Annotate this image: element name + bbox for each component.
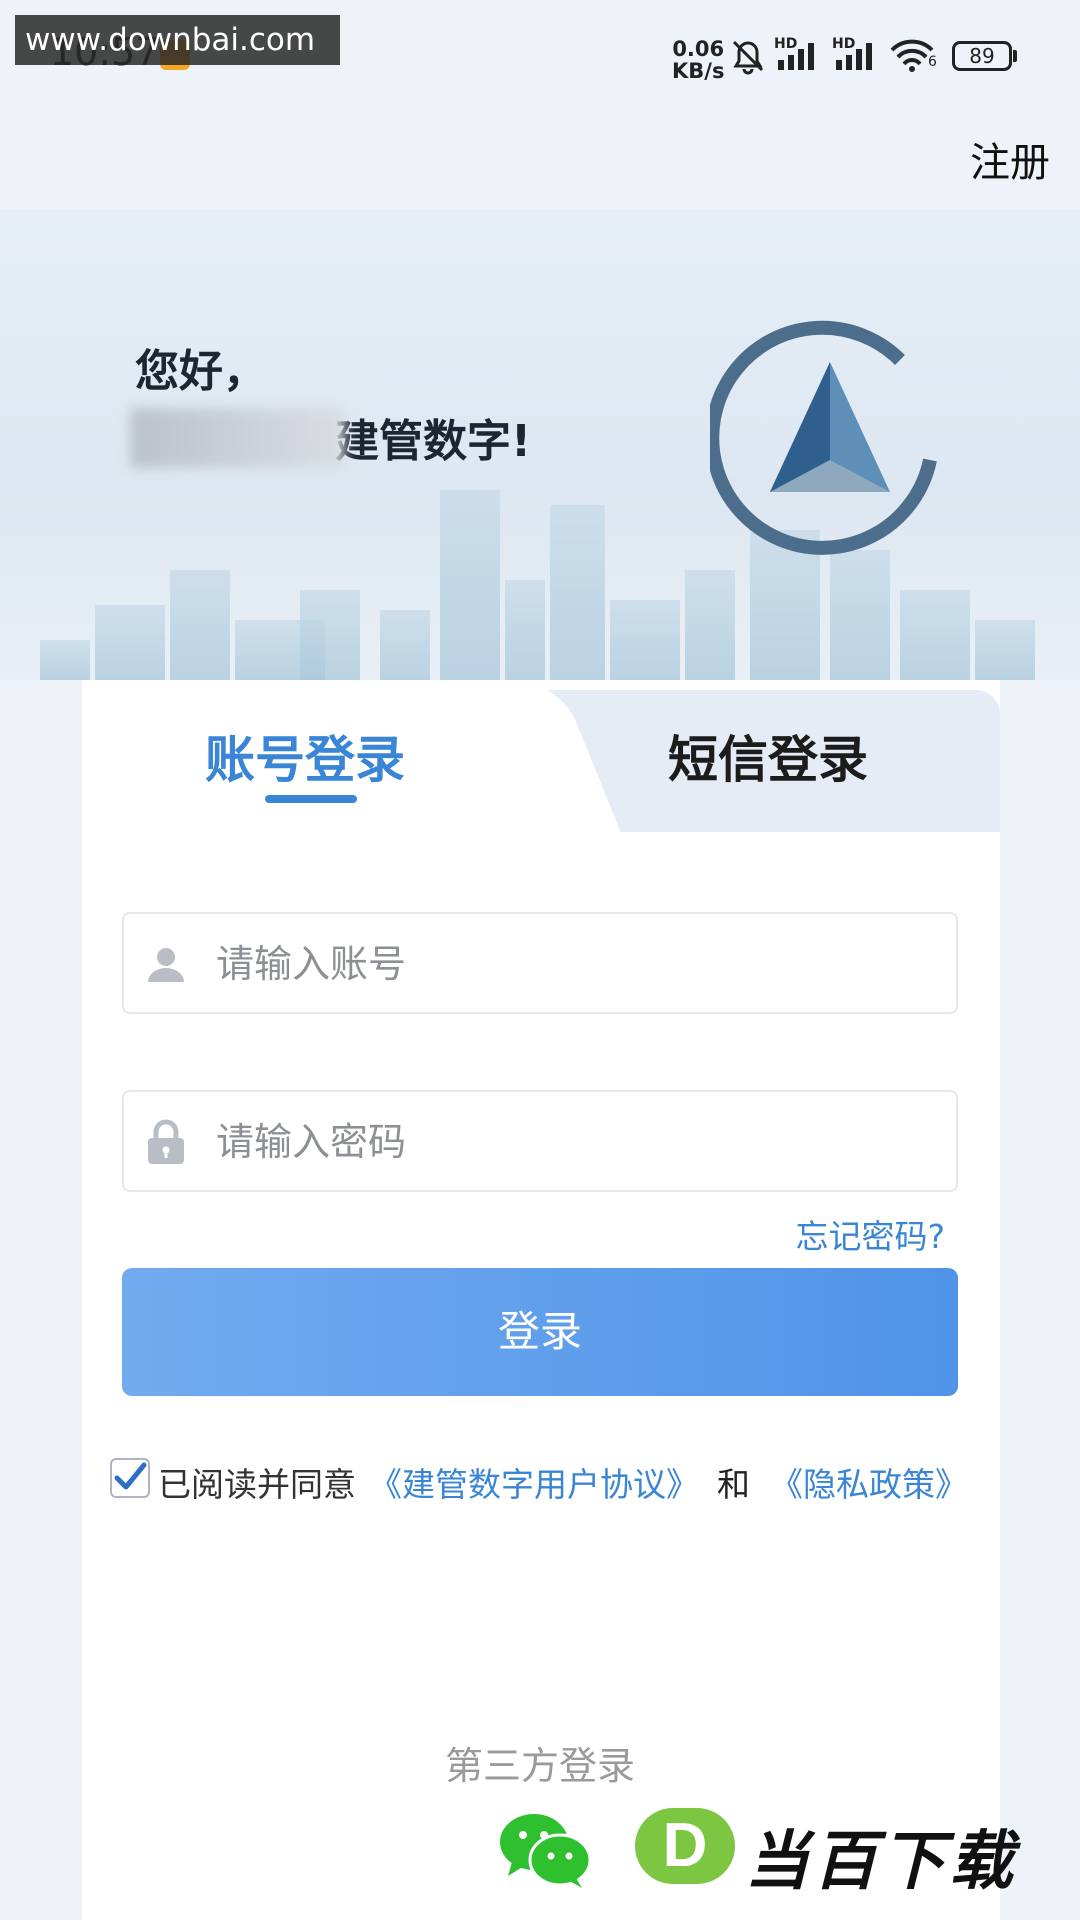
mute-bell-icon: [732, 40, 764, 75]
wifi-label: 6: [928, 54, 937, 70]
greeting-line-1: 您好，: [135, 346, 267, 397]
net-speed: 0.06 KB/s: [672, 38, 724, 82]
password-field[interactable]: [122, 1090, 958, 1192]
dangbai-watermark-text: 当百下载: [745, 1825, 1017, 1899]
checkmark-icon: [114, 1462, 147, 1490]
user-icon: [148, 948, 184, 982]
signal-bars-icon-2: [836, 43, 872, 70]
net-speed-value: 0.06: [672, 37, 725, 61]
account-input[interactable]: [214, 914, 918, 1014]
privacy-policy-link[interactable]: 《隐私政策》: [770, 1458, 968, 1506]
login-button[interactable]: 登录: [122, 1268, 958, 1396]
register-link[interactable]: 注册: [970, 130, 1050, 188]
user-agreement-link[interactable]: 《建管数字用户协议》: [369, 1458, 699, 1506]
battery-icon: 89: [952, 41, 1012, 71]
greeting-app-name: 建管数字!: [335, 416, 532, 467]
blurred-redaction: [130, 408, 345, 468]
third-party-login-title: 第三方登录: [444, 1744, 635, 1788]
watermark-url: www.downbai.com: [15, 15, 340, 65]
forgot-password-link[interactable]: 忘记密码?: [795, 1210, 945, 1258]
wechat-icon[interactable]: [498, 1810, 593, 1890]
signal-bars-icon-1: [778, 43, 814, 70]
tab-account-login[interactable]: 账号登录: [205, 720, 405, 792]
tab-active-indicator: [265, 795, 357, 803]
password-input[interactable]: [214, 1092, 918, 1192]
agreement-checkbox[interactable]: [110, 1458, 150, 1498]
dangbai-logo-icon: D: [635, 1808, 735, 1884]
account-field[interactable]: [122, 912, 958, 1014]
net-speed-unit: KB/s: [672, 59, 725, 83]
agreement-text: 已阅读并同意: [158, 1465, 356, 1504]
battery-tip: [1013, 50, 1017, 62]
tab-sms-login[interactable]: 短信登录: [668, 720, 868, 792]
agreement-and: 和: [717, 1465, 750, 1504]
lock-icon: [148, 1119, 184, 1164]
app-logo-icon: [710, 320, 937, 555]
